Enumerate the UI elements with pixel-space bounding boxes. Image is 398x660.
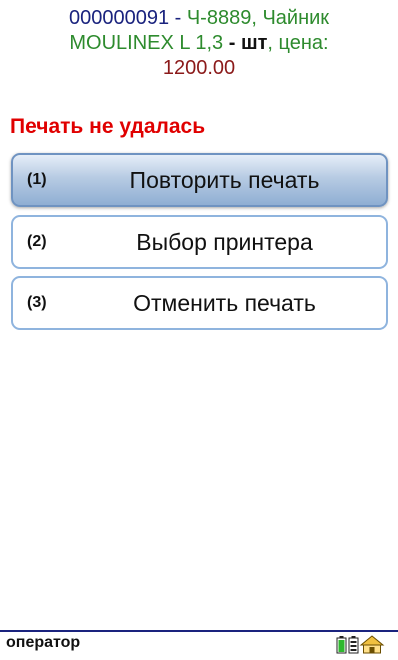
retry-print-button[interactable]: (1) Повторить печать [11,153,388,207]
item-price: 1200.00 [162,57,236,79]
status-bar: оператор [0,630,398,657]
price-label: , цена: [267,32,329,54]
cancel-print-button[interactable]: (3) Отменить печать [11,276,388,330]
button-hotkey: (3) [27,294,47,311]
select-printer-button[interactable]: (2) Выбор принтера [11,215,388,269]
item-name-part1: Ч-8889, Чайник [186,7,330,29]
button-label: Повторить печать [129,167,320,193]
home-icon[interactable] [359,635,385,654]
item-info: 000000091 - Ч-8889, Чайник MOULINEX L 1,… [0,6,398,81]
status-icons [334,633,394,660]
item-name-part2: MOULINEX L 1,3 [69,32,224,54]
item-separator-2: - [223,32,241,54]
item-line-3: 1200.00 [0,56,398,81]
item-code: 000000091 [68,7,170,29]
button-label: Отменить печать [133,290,316,316]
sync-icon [348,636,359,654]
error-message: Печать не удалась [10,115,206,138]
item-separator: - [169,7,187,29]
item-line-2: MOULINEX L 1,3 - шт, цена: [0,31,398,56]
item-line-1: 000000091 - Ч-8889, Чайник [0,6,398,31]
item-unit: шт [240,32,268,54]
button-label: Выбор принтера [136,229,313,255]
button-hotkey: (1) [27,171,47,188]
battery-icon [336,636,347,654]
button-hotkey: (2) [27,233,47,250]
user-label: оператор [6,634,81,651]
